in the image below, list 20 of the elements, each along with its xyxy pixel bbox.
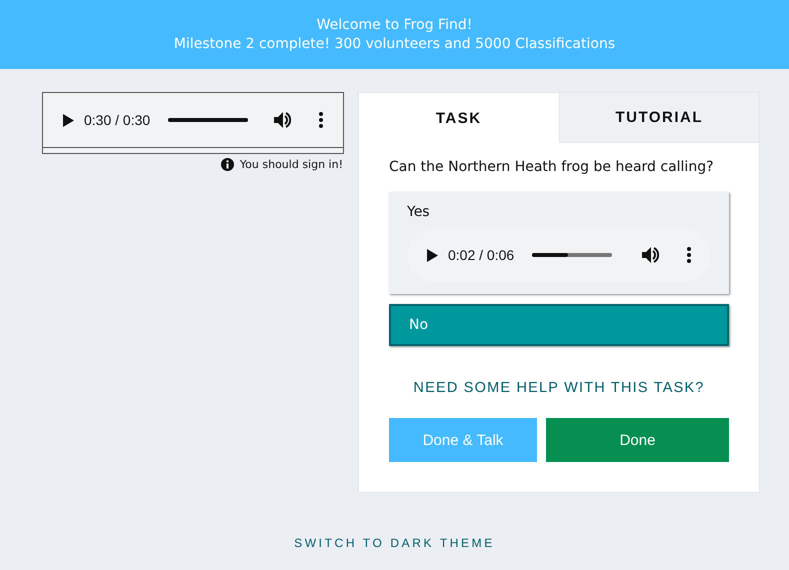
more-options-icon[interactable] [687, 247, 691, 263]
volume-icon[interactable] [642, 247, 659, 263]
more-options-icon[interactable] [319, 112, 323, 128]
playback-time: 0:30 / 0:30 [84, 112, 150, 128]
help-link[interactable]: NEED SOME HELP WITH THIS TASK? [413, 380, 705, 396]
info-icon [220, 158, 234, 171]
answer-option[interactable]: Yes 0:02 / 0:06 [389, 192, 729, 294]
banner-message: Milestone 2 complete! 300 volunteers and 5000 Classifications [174, 36, 616, 52]
answer-option[interactable]: No [389, 304, 729, 346]
play-icon[interactable] [427, 248, 438, 262]
done-button[interactable]: Done [546, 418, 729, 462]
task-question: Can the Northern Heath frog be heard calling? [389, 159, 715, 175]
playback-progress[interactable] [532, 253, 568, 257]
play-icon[interactable] [63, 114, 74, 126]
playback-time: 0:02 / 0:06 [448, 247, 514, 263]
theme-switch-link[interactable]: SWITCH TO DARK THEME [0, 536, 789, 550]
volume-icon[interactable] [274, 112, 291, 128]
sign-in-notice: You should sign in! [240, 158, 343, 171]
banner-title: Welcome to Frog Find! [316, 17, 472, 33]
tab[interactable]: TUTORIAL [558, 93, 759, 143]
